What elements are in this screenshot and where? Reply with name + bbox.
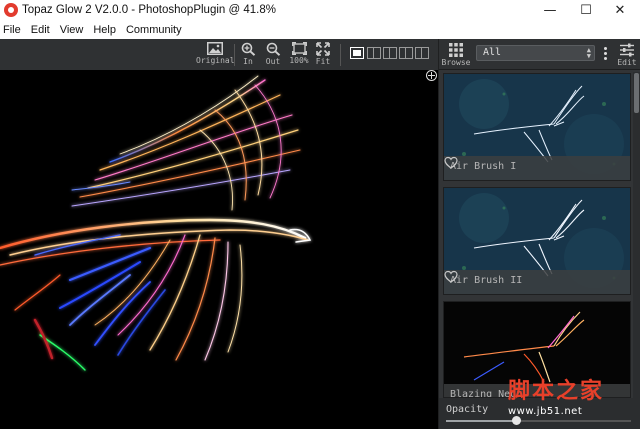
split-horizontal-icon[interactable]	[383, 47, 397, 59]
original-button[interactable]: Original	[196, 40, 235, 69]
view-toolbar: Original In Out 100% Fit	[0, 39, 438, 70]
edit-button[interactable]: Edit	[615, 41, 639, 67]
zoom-out-label: Out	[265, 57, 281, 66]
side-by-side-icon[interactable]	[399, 47, 413, 59]
original-label: Original	[196, 56, 235, 65]
opacity-fill	[446, 420, 517, 422]
top-bottom-icon[interactable]	[415, 47, 429, 59]
menu-help[interactable]: Help	[89, 22, 122, 39]
presets-panel: Browse All ▲ ▼ Edit Air Brush I Air Brus…	[438, 39, 640, 429]
zoom-out-icon	[266, 42, 280, 56]
menu-bar: File Edit View Help Community	[0, 22, 640, 39]
glow-bird-image	[0, 75, 312, 371]
opacity-label: Opacity	[446, 404, 489, 415]
preset-card-air-brush-1[interactable]: Air Brush I	[443, 73, 631, 181]
menu-file[interactable]: File	[0, 22, 27, 39]
browse-button[interactable]: Browse	[441, 41, 471, 67]
preset-name: Air Brush I	[450, 161, 517, 172]
panel-header: Browse All ▲ ▼ Edit	[439, 39, 640, 70]
preset-caption: Air Brush II	[444, 270, 630, 294]
preset-caption: Air Brush I	[444, 156, 630, 180]
favorite-heart-icon[interactable]	[444, 156, 458, 170]
edit-label: Edit	[617, 58, 637, 67]
more-options-icon[interactable]	[604, 47, 608, 63]
window-title: Topaz Glow 2 V2.0.0 - PhotoshopPlugin @ …	[22, 4, 276, 16]
category-filter-select[interactable]: All ▲ ▼	[476, 45, 595, 61]
filter-value: All	[483, 47, 502, 58]
menu-community[interactable]: Community	[122, 22, 188, 39]
watermark-url: www.jb51.net	[508, 406, 583, 417]
split-vertical-icon[interactable]	[367, 47, 381, 59]
grid-icon	[449, 43, 463, 57]
select-arrows-icon: ▲ ▼	[586, 46, 591, 60]
watermark-text: 脚本之家	[508, 378, 605, 404]
menu-view[interactable]: View	[56, 22, 90, 39]
zoom-in-button[interactable]: In	[238, 40, 258, 69]
image-icon	[207, 42, 223, 55]
zoom-out-button[interactable]: Out	[262, 40, 284, 69]
close-button[interactable]: ✕	[598, 0, 640, 22]
fit-icon	[316, 42, 330, 56]
actual-size-label: 100%	[289, 56, 309, 65]
image-canvas[interactable]	[0, 70, 438, 429]
fit-label: Fit	[315, 57, 331, 66]
zoom-in-label: In	[243, 57, 253, 66]
crosshair-icon[interactable]	[426, 70, 437, 81]
title-bar: Topaz Glow 2 V2.0.0 - PhotoshopPlugin @ …	[0, 0, 640, 22]
actual-size-icon	[291, 42, 307, 55]
preset-scrollbar[interactable]	[633, 72, 640, 398]
site-watermark: 脚本之家 www.jb51.net	[508, 379, 638, 429]
scrollbar-thumb[interactable]	[634, 73, 639, 113]
favorite-heart-icon[interactable]	[444, 270, 458, 284]
zoom-in-icon	[241, 42, 255, 56]
topaz-app-icon	[4, 3, 18, 17]
toolbar-divider	[234, 44, 235, 66]
toolbar-divider	[340, 44, 341, 66]
preset-card-air-brush-2[interactable]: Air Brush II	[443, 187, 631, 295]
actual-size-button[interactable]: 100%	[287, 40, 311, 69]
sliders-icon	[620, 43, 634, 57]
preset-name: Air Brush II	[450, 275, 523, 286]
single-view-icon[interactable]	[350, 47, 364, 59]
fit-button[interactable]: Fit	[313, 40, 333, 69]
browse-label: Browse	[441, 58, 471, 67]
menu-edit[interactable]: Edit	[27, 22, 56, 39]
